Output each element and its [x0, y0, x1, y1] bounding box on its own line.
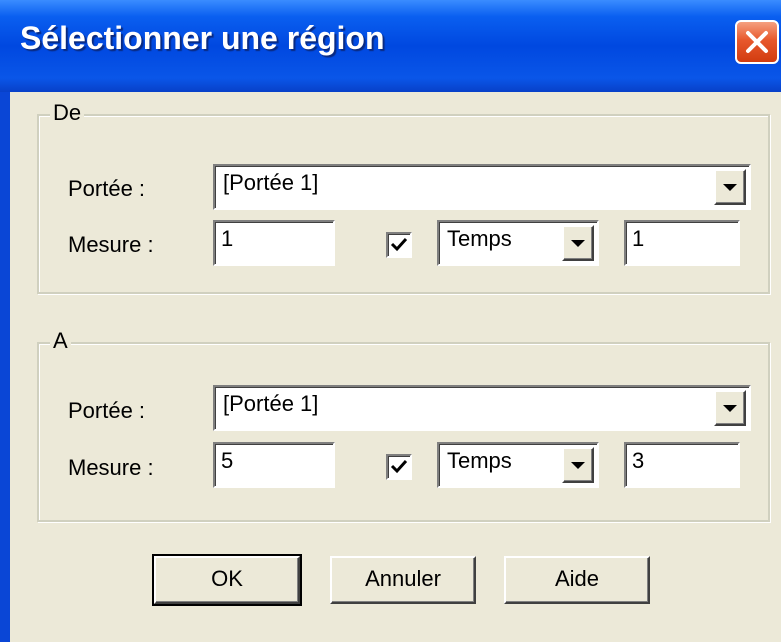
from-unit-select[interactable]: Temps [437, 220, 599, 266]
cancel-button[interactable]: Annuler [330, 556, 476, 604]
from-measure-label: Mesure : [68, 232, 154, 257]
checkmark-icon [390, 237, 408, 252]
from-staff-dropdown-button[interactable] [714, 169, 746, 205]
from-unit-value: Temps [447, 226, 512, 251]
to-unit-select[interactable]: Temps [437, 442, 599, 488]
close-icon [746, 31, 768, 53]
from-beat-input[interactable]: 1 [624, 220, 740, 266]
from-unit-dropdown-button[interactable] [562, 225, 594, 261]
close-button[interactable] [735, 20, 779, 64]
chevron-down-icon [723, 184, 737, 191]
ok-button[interactable]: OK [152, 554, 302, 606]
title-bar[interactable]: Sélectionner une région [0, 0, 781, 92]
from-staff-select[interactable]: [Portée 1] [213, 164, 751, 210]
to-group-label: A [50, 328, 71, 354]
to-beat-checkbox[interactable] [386, 454, 412, 480]
from-staff-label: Portée : [68, 176, 146, 201]
to-group [37, 342, 770, 522]
dialog-body: De Portée : [Portée 1] Mesure : 1 Temps … [10, 92, 781, 642]
to-staff-value: [Portée 1] [223, 391, 319, 416]
to-unit-value: Temps [447, 448, 512, 473]
to-staff-label: Portée : [68, 398, 146, 423]
window-title: Sélectionner une région [20, 20, 385, 56]
from-staff-value: [Portée 1] [223, 170, 319, 195]
to-unit-dropdown-button[interactable] [562, 447, 594, 483]
dialog-window: Sélectionner une région De Portée : [Por… [0, 0, 781, 642]
from-group-label: De [50, 100, 85, 126]
to-measure-label: Mesure : [68, 455, 154, 480]
to-beat-input[interactable]: 3 [624, 442, 740, 488]
from-beat-checkbox[interactable] [386, 232, 412, 258]
chevron-down-icon [571, 462, 585, 469]
checkmark-icon [390, 459, 408, 474]
help-button[interactable]: Aide [504, 556, 650, 604]
chevron-down-icon [571, 240, 585, 247]
to-measure-input[interactable]: 5 [213, 442, 335, 488]
to-staff-select[interactable]: [Portée 1] [213, 385, 751, 431]
chevron-down-icon [723, 405, 737, 412]
to-staff-dropdown-button[interactable] [714, 390, 746, 426]
from-measure-input[interactable]: 1 [213, 220, 335, 266]
